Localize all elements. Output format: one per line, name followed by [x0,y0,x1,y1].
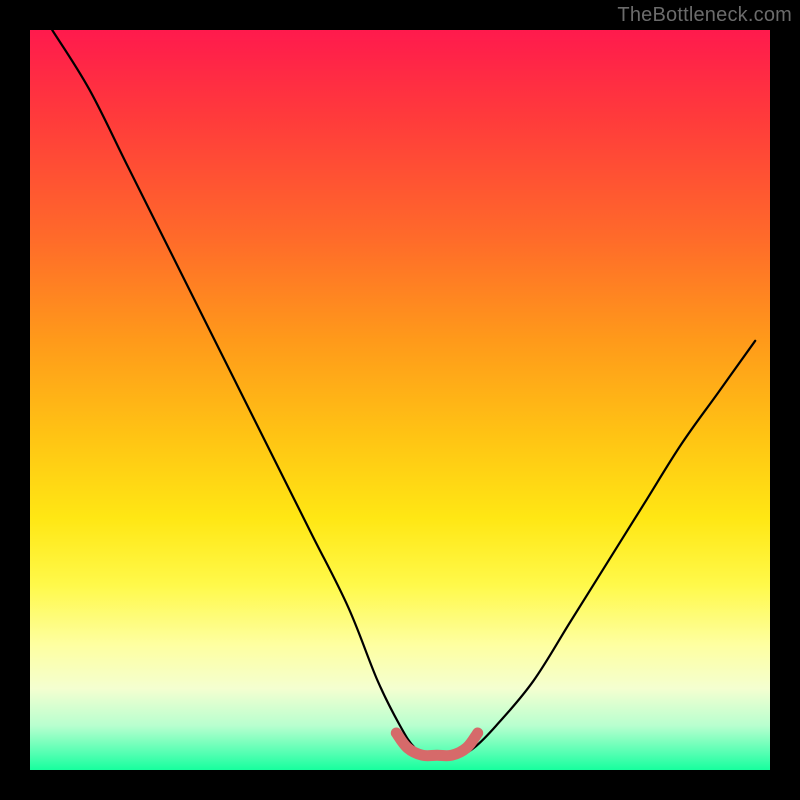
optimal-range-marker [396,733,477,756]
bottleneck-curve [52,30,755,756]
chart-frame: TheBottleneck.com [0,0,800,800]
chart-svg [30,30,770,770]
watermark-text: TheBottleneck.com [617,4,792,27]
plot-area [30,30,770,770]
